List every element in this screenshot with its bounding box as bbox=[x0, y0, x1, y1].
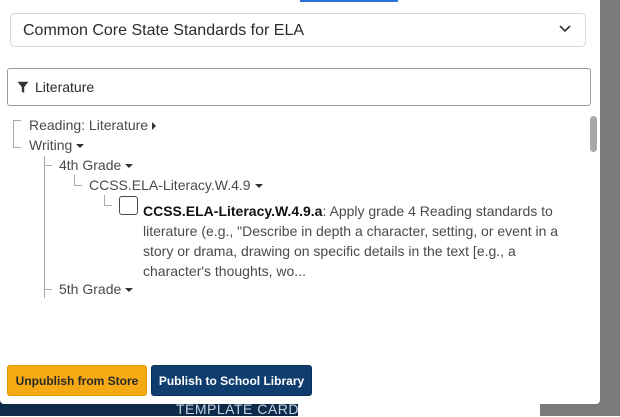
standards-tree: Reading: Literature Writing 4th Grade CC… bbox=[0, 112, 588, 302]
filter-input[interactable]: Literature bbox=[7, 68, 591, 106]
chevron-down-icon bbox=[559, 25, 571, 33]
tree-line bbox=[13, 147, 21, 148]
standard-checkbox[interactable] bbox=[119, 196, 138, 215]
standard-item: CCSS.ELA-Literacy.W.4.9.a: Apply grade 4… bbox=[143, 201, 583, 281]
tree-line bbox=[74, 185, 82, 186]
publish-to-school-library-button[interactable]: Publish to School Library bbox=[151, 365, 312, 396]
tree-line bbox=[74, 175, 75, 185]
node-label: Reading: Literature bbox=[29, 117, 149, 133]
filter-icon bbox=[17, 81, 29, 93]
tree-node-5th-grade[interactable]: 5th Grade bbox=[59, 281, 134, 297]
tree-line bbox=[104, 205, 112, 206]
standard-code: CCSS.ELA-Literacy.W.4.9.a bbox=[143, 203, 323, 219]
node-label: Writing bbox=[29, 137, 73, 153]
filter-value: Literature bbox=[35, 79, 95, 95]
selected-framework: Common Core State Standards for ELA bbox=[23, 22, 305, 39]
tree-line bbox=[13, 120, 21, 121]
backdrop-overlay-right bbox=[600, 0, 620, 416]
node-label: 5th Grade bbox=[59, 281, 122, 297]
tree-node-4th-grade[interactable]: 4th Grade bbox=[59, 157, 134, 173]
tree-node-reading-literature[interactable]: Reading: Literature bbox=[29, 117, 157, 133]
caret-down-icon bbox=[125, 288, 134, 293]
standards-framework-select[interactable]: Common Core State Standards for ELA bbox=[10, 13, 586, 47]
node-label: CCSS.ELA-Literacy.W.4.9 bbox=[89, 177, 251, 193]
tree-line bbox=[44, 156, 45, 298]
caret-down-icon bbox=[254, 184, 263, 189]
caret-down-icon bbox=[125, 164, 134, 169]
node-label: 4th Grade bbox=[59, 157, 122, 173]
tree-line bbox=[13, 120, 14, 148]
standards-modal: Common Core State Standards for ELA Lite… bbox=[0, 0, 600, 404]
tree-line bbox=[44, 289, 52, 290]
unpublish-from-store-button[interactable]: Unpublish from Store bbox=[7, 365, 147, 396]
scrollbar-thumb[interactable] bbox=[590, 116, 597, 152]
tree-line bbox=[104, 195, 105, 205]
active-tab-indicator bbox=[300, 0, 398, 2]
caret-down-icon bbox=[76, 144, 85, 149]
caret-right-icon bbox=[152, 122, 157, 131]
tree-node-writing[interactable]: Writing bbox=[29, 137, 85, 153]
tree-node-standard-group[interactable]: CCSS.ELA-Literacy.W.4.9 bbox=[89, 177, 263, 193]
tree-line bbox=[44, 165, 52, 166]
